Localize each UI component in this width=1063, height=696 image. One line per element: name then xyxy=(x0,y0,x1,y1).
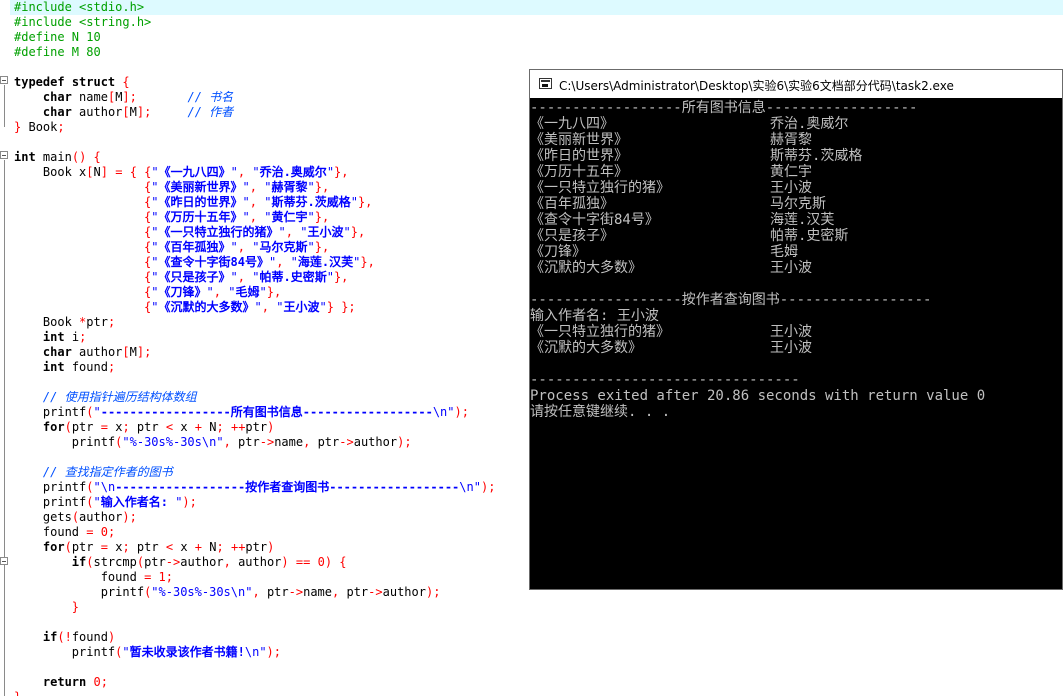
console-titlebar[interactable]: C:\Users\Administrator\Desktop\实验6\实验6文档… xyxy=(530,70,1062,98)
code-line: printf("暂未收录该作者书籍!\n"); xyxy=(71,645,282,659)
console-book-author: 毛姆 xyxy=(770,244,798,260)
code-line: {"《查令十字街84号》", "海莲.汉芙"}, xyxy=(144,255,375,269)
code-line: {"《昨日的世界》", "斯蒂芬.茨威格"}, xyxy=(144,195,373,209)
code-line: } xyxy=(71,600,80,614)
console-continue-message: 请按任意键继续. . . xyxy=(530,404,671,420)
code-line: {"《美丽新世界》", "赫胥黎"}, xyxy=(144,180,330,194)
code-line: {"《一只特立独行的猪》", "王小波"}, xyxy=(144,225,366,239)
code-line: Book *ptr; xyxy=(42,315,116,329)
console-header-all: ------------------所有图书信息----------------… xyxy=(530,100,918,116)
console-title: C:\Users\Administrator\Desktop\实验6\实验6文档… xyxy=(559,79,954,93)
console-book-author: 乔治.奥威尔 xyxy=(770,116,849,132)
code-line: char name[M]; // 书名 xyxy=(42,90,234,104)
fold-guide xyxy=(4,566,5,616)
console-exit-message: Process exited after 20.86 seconds with … xyxy=(530,388,986,404)
console-book-name: 《美丽新世界》 xyxy=(530,132,628,148)
console-book-author: 赫胥黎 xyxy=(770,132,812,148)
code-line: #define M 80 xyxy=(14,45,101,59)
code-line: } Book; xyxy=(14,120,65,134)
code-line: typedef struct { xyxy=(14,75,130,89)
fold-gutter xyxy=(0,0,10,696)
console-separator: -------------------------------- xyxy=(530,372,800,388)
console-book-name: 《一只特立独行的猪》 xyxy=(530,180,670,196)
code-line: {"《刀锋》", "毛姆"}, xyxy=(144,285,282,299)
code-line: for(ptr = x; ptr < x + N; ++ptr) xyxy=(42,420,275,434)
code-line: {"《万历十五年》", "黄仁宇"}, xyxy=(144,210,330,224)
console-book-name: 《刀锋》 xyxy=(530,244,586,260)
console-output: ------------------所有图书信息----------------… xyxy=(530,98,1062,589)
console-book-name: 《只是孩子》 xyxy=(530,228,614,244)
code-line: int found; xyxy=(42,360,116,374)
console-result-author: 王小波 xyxy=(770,324,812,340)
fold-toggle-struct[interactable] xyxy=(0,76,8,84)
console-header-query: ------------------按作者查询图书---------------… xyxy=(530,292,932,308)
code-line: char author[M]; xyxy=(42,345,152,359)
current-line-highlight xyxy=(0,0,1063,15)
code-line: {"《沉默的大多数》", "王小波"} }; xyxy=(144,300,356,314)
code-line: #include <string.h> xyxy=(14,15,152,29)
code-line: if(strcmp(ptr->author, author) == 0) { xyxy=(71,555,347,569)
console-book-name: 《一九八四》 xyxy=(530,116,614,132)
code-line: } xyxy=(14,690,21,696)
code-line: {"《百年孤独》", "马尔克斯"}, xyxy=(144,240,330,254)
console-result-author: 王小波 xyxy=(770,340,812,356)
code-line: found = 1; xyxy=(100,570,173,584)
code-line: int i; xyxy=(42,330,87,344)
console-book-name: 《查令十字街84号》 xyxy=(530,212,659,228)
code-line: {"《只是孩子》", "帕蒂.史密斯"}, xyxy=(144,270,349,284)
code-line: // 查找指定作者的图书 xyxy=(42,465,173,479)
fold-toggle-if[interactable] xyxy=(0,557,8,565)
code-line: printf("%-30s%-30s\n", ptr->name, ptr->a… xyxy=(71,435,412,449)
console-prompt: 输入作者名: 王小波 xyxy=(530,308,659,324)
code-line: gets(author); xyxy=(42,510,137,524)
console-book-author: 帕蒂.史密斯 xyxy=(770,228,849,244)
fold-toggle-main[interactable] xyxy=(0,151,8,159)
code-line: char author[M]; // 作者 xyxy=(42,105,234,119)
code-line: int main() { xyxy=(14,150,101,164)
code-line: #define N 10 xyxy=(14,30,101,44)
console-result-name: 《沉默的大多数》 xyxy=(530,340,642,356)
fold-guide xyxy=(4,85,5,127)
code-line: Book x[N] = { {"《一九八四》", "乔治.奥威尔"}, xyxy=(42,165,349,179)
code-line: for(ptr = x; ptr < x + N; ++ptr) xyxy=(42,540,275,554)
console-book-author: 王小波 xyxy=(770,260,812,276)
console-book-author: 马尔克斯 xyxy=(770,196,826,212)
console-book-author: 斯蒂芬.茨威格 xyxy=(770,148,863,164)
console-book-author: 海莲.汉芙 xyxy=(770,212,835,228)
code-line: return 0; xyxy=(42,675,108,689)
code-line: found = 0; xyxy=(42,525,116,539)
console-result-name: 《一只特立独行的猪》 xyxy=(530,324,670,340)
code-line: if(!found) xyxy=(42,630,116,644)
code-line: printf("\n------------------按作者查询图书-----… xyxy=(42,480,496,494)
console-book-name: 《万历十五年》 xyxy=(530,164,628,180)
console-book-name: 《沉默的大多数》 xyxy=(530,260,642,276)
console-book-name: 《昨日的世界》 xyxy=(530,148,628,164)
console-book-author: 王小波 xyxy=(770,180,812,196)
console-book-author: 黄仁宇 xyxy=(770,164,812,180)
code-line: printf("输入作者名: "); xyxy=(42,495,197,509)
code-line: // 使用指针遍历结构体数组 xyxy=(42,390,197,404)
console-window-icon xyxy=(539,78,552,89)
console-window[interactable]: C:\Users\Administrator\Desktop\实验6\实验6文档… xyxy=(529,69,1063,590)
console-book-name: 《百年孤独》 xyxy=(530,196,614,212)
code-line: printf("%-30s%-30s\n", ptr->name, ptr->a… xyxy=(100,585,441,599)
code-line: printf("------------------所有图书信息--------… xyxy=(42,405,469,419)
code-line: #include <stdio.h> xyxy=(14,0,145,14)
